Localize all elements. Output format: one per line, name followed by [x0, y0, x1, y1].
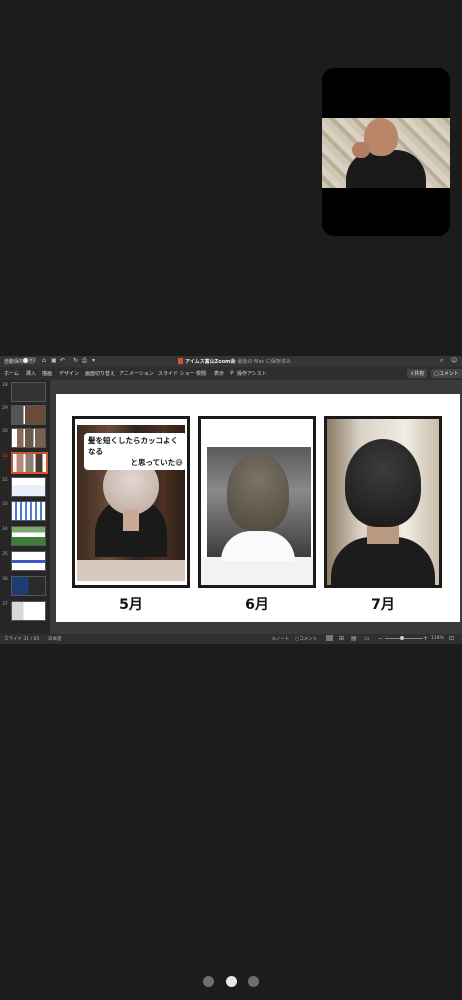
slide-position: スライド 31 / 65 — [4, 637, 40, 642]
tell-me-assist[interactable]: 操作アシスト — [237, 370, 267, 377]
tab-animations[interactable]: アニメーション — [119, 370, 154, 377]
lightbulb-icon: ♀ — [230, 370, 234, 376]
current-slide[interactable]: 髪を短くしたらカッコよくなる と思っていた😅 5月 6月 7月 — [56, 394, 460, 622]
slide-thumbnail[interactable] — [11, 551, 46, 571]
autosave-label: 自動保存 — [4, 359, 25, 365]
photo-bottom-band — [201, 557, 313, 585]
search-icon[interactable]: ⌕ — [440, 357, 443, 365]
thumb-number: 37 — [2, 602, 8, 607]
status-bar: スライド 31 / 65 日本語 ≡ノート ▢コメント ⊞ ▤ ▭ − + 11… — [0, 634, 462, 644]
thumb-number: 29 — [2, 406, 8, 411]
slide-thumbnail[interactable] — [11, 576, 46, 596]
month-label: 6月 — [245, 597, 269, 613]
tab-slideshow[interactable]: スライド ショー — [158, 370, 195, 377]
normal-view-icon[interactable] — [326, 635, 333, 641]
slide-sorter-icon[interactable]: ⊞ — [339, 635, 344, 642]
photo-bottom-band — [77, 560, 185, 581]
month-label: 5月 — [119, 597, 143, 613]
account-icon[interactable]: ☺ — [451, 357, 457, 364]
neck — [123, 509, 139, 531]
title-bar: 自動保存 オフ ⌂ ▣ ↶ ↻ ⎙ ▾ アイムス富山Zoom会 — 最後の Ma… — [0, 356, 462, 367]
tab-home[interactable]: ホーム — [4, 370, 19, 377]
thumb-number: 35 — [2, 552, 8, 557]
status-comments-button[interactable]: ▢コメント — [295, 636, 317, 642]
save-icon[interactable]: ▣ — [51, 357, 57, 364]
undo-icon[interactable]: ↶ — [60, 357, 65, 364]
page-indicator — [0, 972, 462, 988]
save-status: — 最後の Mac に保存済み — [231, 359, 291, 365]
slide-thumbnail[interactable] — [11, 428, 46, 448]
slide-thumbnail[interactable] — [11, 501, 46, 521]
home-icon[interactable]: ⌂ — [42, 357, 46, 364]
page-dot[interactable] — [248, 976, 259, 987]
photo-may: 髪を短くしたらカッコよくなる と思っていた😅 — [72, 416, 190, 588]
share-button[interactable]: ⇪共有 — [407, 369, 428, 378]
slide-thumbnail[interactable] — [11, 601, 46, 621]
tab-insert[interactable]: 挿入 — [26, 370, 36, 377]
month-label: 7月 — [371, 597, 395, 613]
redo-icon[interactable]: ↻ — [73, 357, 78, 364]
slide-thumbnail-current[interactable] — [11, 452, 48, 474]
photo-july — [324, 416, 442, 588]
thumb-number-current: 31 — [2, 454, 8, 459]
participant-hand — [352, 142, 370, 158]
ribbon-tabs: ホーム 挿入 描画 デザイン 画面切り替え アニメーション スライド ショー 校… — [0, 367, 462, 381]
comments-button[interactable]: ▢コメント — [431, 369, 462, 378]
tab-transitions[interactable]: 画面切り替え — [85, 370, 115, 377]
page-dot[interactable] — [203, 976, 214, 987]
powerpoint-file-icon — [178, 358, 183, 364]
tab-view[interactable]: 表示 — [214, 370, 224, 377]
more-icon[interactable]: ▾ — [92, 357, 95, 364]
zoom-in-icon[interactable]: + — [423, 635, 428, 642]
zoom-slider-thumb[interactable] — [400, 636, 404, 640]
slide-thumbnail[interactable] — [11, 405, 46, 425]
slide-thumbnail[interactable] — [11, 477, 46, 497]
thumb-number: 28 — [2, 383, 8, 388]
slide-caption: 髪を短くしたらカッコよくなる と思っていた😅 — [84, 433, 187, 470]
participant-video-feed — [322, 118, 450, 188]
participant-video-tile[interactable] — [322, 68, 450, 236]
photo-june — [198, 416, 316, 588]
notes-button[interactable]: ≡ノート — [272, 636, 289, 642]
slide-thumbnail[interactable] — [11, 382, 46, 402]
tab-draw[interactable]: 描画 — [42, 370, 52, 377]
zoom-level[interactable]: 118% — [431, 636, 444, 641]
zoom-out-icon[interactable]: − — [378, 635, 383, 642]
fit-slide-icon[interactable]: ⊡ — [449, 635, 454, 642]
page-dot-active[interactable] — [226, 976, 237, 987]
tab-review[interactable]: 校閲 — [196, 370, 206, 377]
thumb-number: 36 — [2, 577, 8, 582]
slide-thumbnail-pane: 28 29 30 31 32 33 34 35 36 37 — [0, 380, 50, 634]
thumb-number: 33 — [2, 502, 8, 507]
language-indicator[interactable]: 日本語 — [48, 636, 62, 642]
full-hair-head-july — [345, 439, 421, 527]
slide-thumbnail[interactable] — [11, 526, 46, 546]
slideshow-view-icon[interactable]: ▭ — [364, 635, 370, 642]
document-title: アイムス富山Zoom会 — [185, 359, 236, 365]
short-hair-head-june — [227, 453, 289, 531]
autosave-toggle[interactable]: オフ — [22, 357, 36, 364]
zoom-slider[interactable] — [385, 638, 423, 639]
thumb-number: 30 — [2, 429, 8, 434]
print-icon[interactable]: ⎙ — [82, 357, 87, 365]
tab-design[interactable]: デザイン — [59, 370, 79, 377]
thumb-number: 34 — [2, 527, 8, 532]
thumb-number: 32 — [2, 478, 8, 483]
reading-view-icon[interactable]: ▤ — [351, 635, 357, 642]
